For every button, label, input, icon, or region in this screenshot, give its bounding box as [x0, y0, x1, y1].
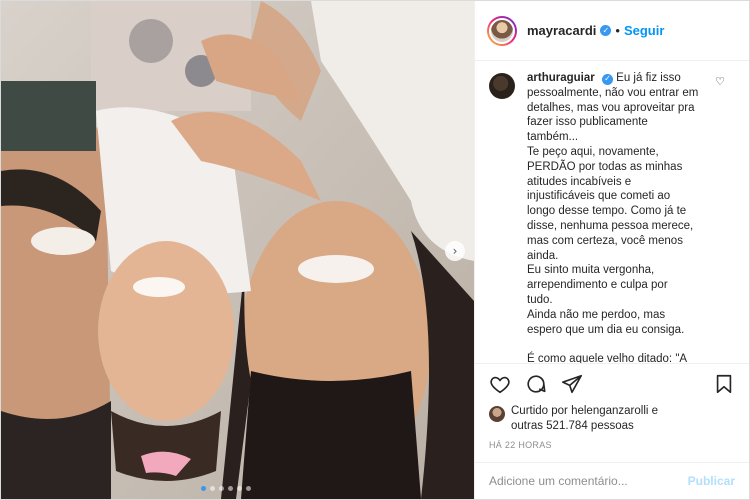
comment-line: Eu já fiz isso [616, 72, 681, 84]
post-header: mayracardi ✓ • Seguir [475, 1, 749, 61]
comment-line: PERDÃO por todas as minhas [527, 160, 683, 173]
share-icon[interactable] [561, 373, 583, 395]
post-photo[interactable]: › [1, 1, 474, 499]
comment-line: longo desse tempo. Como já te [527, 205, 687, 218]
comment-input[interactable]: Adicione um comentário... [489, 474, 688, 488]
comment-line: pessoalmente, não vou entrar em [527, 86, 699, 99]
comment-line: atitudes incabíveis e [527, 175, 632, 188]
verified-badge-icon: ✓ [600, 25, 612, 36]
author-avatar[interactable] [487, 15, 517, 46]
likes-line-1[interactable]: Curtido por helenganzarolli e [511, 405, 658, 417]
follow-button[interactable]: Seguir [624, 23, 664, 38]
comment-line: disse, nenhuma pessoa merece, [527, 219, 694, 232]
next-image-button[interactable]: › [445, 241, 465, 261]
comments-section[interactable]: arthuraguiar ✓ Eu já fiz isso pessoalmen… [475, 61, 749, 363]
post-modal: › mayracardi ✓ • Seguir arthuraguiar ✓ E… [0, 0, 750, 500]
carousel-dot [237, 486, 242, 491]
likes-summary: Curtido por helenganzarolli e outras 521… [475, 404, 749, 434]
post-actions [475, 363, 749, 404]
family-selfie-image [1, 1, 474, 499]
chevron-right-icon: › [452, 244, 458, 258]
comment-text: arthuraguiar ✓ Eu já fiz isso pessoalmen… [527, 71, 707, 363]
comment-line: espero que um dia eu consiga. [527, 323, 685, 336]
header-separator: • [615, 23, 620, 38]
comment-line: arrependimento e culpa por [527, 279, 668, 292]
likes-line-2[interactable]: outras 521.784 pessoas [511, 420, 634, 432]
comment-line: injustificáveis que cometi ao [527, 190, 671, 203]
heart-icon[interactable] [489, 373, 511, 395]
carousel-dot [246, 486, 251, 491]
carousel-dot [210, 486, 215, 491]
comment-line: Ainda não me perdoo, mas [527, 308, 666, 321]
post-sidebar: mayracardi ✓ • Seguir arthuraguiar ✓ Eu … [474, 1, 749, 499]
carousel-dot [228, 486, 233, 491]
carousel-indicator [201, 486, 251, 491]
comment-item: arthuraguiar ✓ Eu já fiz isso pessoalmen… [489, 71, 735, 363]
comment-line: também... [527, 131, 579, 144]
comment-line: detalhes, mas vou aproveitar pra [527, 101, 695, 114]
comment-icon[interactable] [525, 373, 547, 395]
add-comment-bar: Adicione um comentário... Publicar [475, 462, 749, 499]
publish-button[interactable]: Publicar [688, 474, 735, 488]
liker-avatar[interactable] [489, 406, 505, 422]
comment-line: fazer isso publicamente [527, 116, 648, 129]
comment-like-heart-icon[interactable]: ♡ [715, 75, 725, 88]
verified-badge-icon: ✓ [601, 73, 613, 85]
comment-line: mas com certeza, você menos [527, 234, 683, 247]
commenter-avatar[interactable] [489, 73, 515, 99]
carousel-dot [201, 486, 206, 491]
comment-line: Eu sinto muita vergonha, [527, 264, 655, 277]
comment-line: tudo. [527, 293, 553, 306]
comment-line: ainda. [527, 249, 559, 262]
post-timestamp[interactable]: HÁ 22 HORAS [475, 434, 749, 450]
bookmark-icon[interactable] [713, 373, 735, 395]
comment-line: É como aquele velho ditado: "A [527, 353, 688, 363]
carousel-dot [219, 486, 224, 491]
commenter-username[interactable]: arthuraguiar [527, 72, 595, 84]
author-username[interactable]: mayracardi [527, 23, 596, 38]
comment-line: Te peço aqui, novamente, [527, 145, 659, 158]
